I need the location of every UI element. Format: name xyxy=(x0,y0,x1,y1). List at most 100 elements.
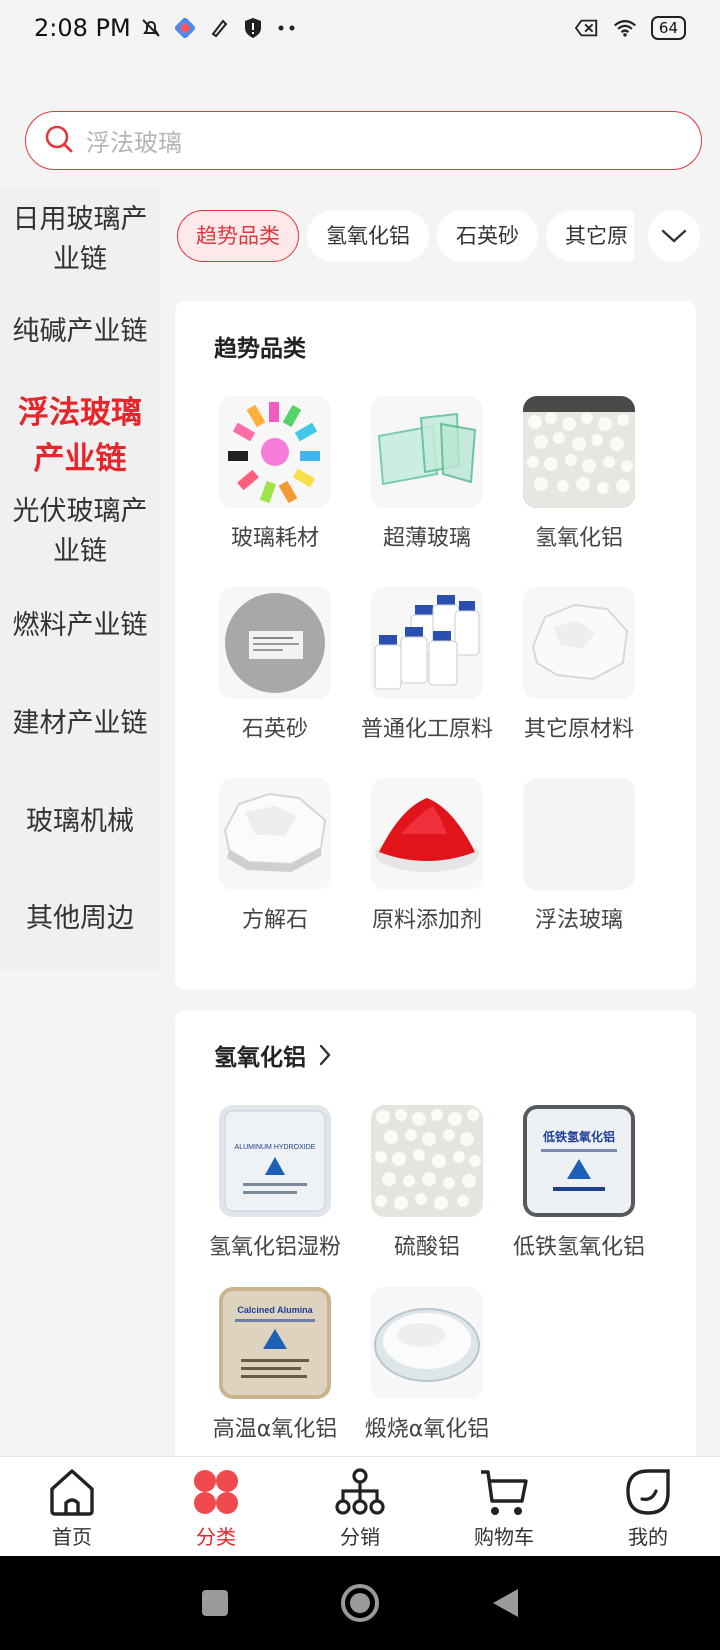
bottom-tab-bar: 首页 分类 分销 购物车 我的 xyxy=(0,1456,720,1556)
bag-text: ALUMINUM HYDROXIDE xyxy=(235,1144,316,1151)
cart-icon xyxy=(481,1470,528,1515)
aluminum-hydroxide-card: 氢氧化铝 ALUMINUM HYDROXIDE 氢氧化铝湿粉 硫酸铝 低铁氢氧化… xyxy=(175,1010,696,1456)
battery-indicator: 64 xyxy=(650,16,686,40)
tab-profile[interactable]: 我的 xyxy=(576,1457,720,1556)
profile-icon xyxy=(626,1469,670,1515)
product-image xyxy=(523,587,635,699)
grid-item-low-iron-aluminum[interactable]: 低铁氢氧化铝 低铁氢氧化铝 xyxy=(499,1105,659,1261)
tab-home[interactable]: 首页 xyxy=(0,1457,144,1556)
chevron-right-icon xyxy=(319,1044,331,1066)
chip-aluminum-hydroxide[interactable]: 氢氧化铝 xyxy=(307,210,429,262)
home-icon xyxy=(50,1469,94,1516)
product-image xyxy=(371,1105,483,1217)
grid-item-glass-consumables[interactable]: 玻璃耗材 xyxy=(195,396,355,552)
sidebar-item-glass-machinery[interactable]: 玻璃机械 xyxy=(0,802,160,842)
tab-label: 首页 xyxy=(52,1525,92,1549)
grid-item-high-temp-alumina[interactable]: Calcined Alumina 高温α氧化铝 xyxy=(195,1287,355,1443)
product-image xyxy=(219,778,331,890)
app-notification-icon xyxy=(173,16,197,40)
product-image xyxy=(523,778,635,890)
status-time: 2:08 PM xyxy=(34,14,131,42)
chip-trend[interactable]: 趋势品类 xyxy=(177,210,299,262)
sidebar-item-other[interactable]: 其他周边 xyxy=(0,899,160,939)
recents-button[interactable] xyxy=(200,1588,230,1618)
grid-item-label: 氢氧化铝湿粉 xyxy=(208,1235,341,1260)
product-image xyxy=(371,778,483,890)
grid-item-chemical-materials[interactable]: 普通化工原料 xyxy=(347,587,507,743)
grid-item-ultra-thin-glass[interactable]: 超薄玻璃 xyxy=(347,396,507,552)
sim-off-icon xyxy=(574,16,599,40)
sidebar-item-building-materials[interactable]: 建材产业链 xyxy=(0,704,160,744)
category-sidebar: 日用玻璃产业链 纯碱产业链 浮法玻璃产业链 光伏玻璃产业链 燃料产业链 建材产业… xyxy=(0,188,160,970)
grid-item-aluminum-sulfate[interactable]: 硫酸铝 xyxy=(347,1105,507,1261)
section-header-aluminum[interactable]: 氢氧化铝 xyxy=(214,1038,332,1072)
tab-cart[interactable]: 购物车 xyxy=(432,1457,576,1556)
category-icon xyxy=(194,1470,238,1514)
home-button[interactable] xyxy=(340,1583,380,1623)
shield-icon xyxy=(241,16,265,40)
chip-expand-button[interactable] xyxy=(648,210,700,262)
search-placeholder: 浮法玻璃 xyxy=(86,129,182,157)
pen-icon xyxy=(207,16,231,40)
tab-label: 我的 xyxy=(628,1525,668,1549)
sidebar-item-float-glass[interactable]: 浮法玻璃产业链 xyxy=(0,390,160,482)
search-bar[interactable]: 浮法玻璃 xyxy=(25,111,702,170)
grid-item-aluminum-wet-powder[interactable]: ALUMINUM HYDROXIDE 氢氧化铝湿粉 xyxy=(195,1105,355,1261)
tab-category[interactable]: 分类 xyxy=(144,1457,288,1556)
grid-item-label: 原料添加剂 xyxy=(371,908,482,933)
bag-text: Calcined Alumina xyxy=(237,1305,313,1315)
bag-text: 低铁氢氧化铝 xyxy=(542,1129,615,1144)
more-dots-icon xyxy=(275,16,299,40)
chip-other-raw[interactable]: 其它原 xyxy=(546,210,634,262)
grid-item-raw-additives[interactable]: 原料添加剂 xyxy=(347,778,507,934)
status-bar: 2:08 PM 64 xyxy=(0,0,720,56)
grid-item-calcined-alumina[interactable]: 煅烧α氧化铝 xyxy=(347,1287,507,1443)
tab-distribution[interactable]: 分销 xyxy=(288,1457,432,1556)
grid-item-label: 高温α氧化铝 xyxy=(212,1417,338,1442)
main-content: 趋势品类 氢氧化铝 石英砂 其它原 趋势品类 玻璃耗材 超薄玻璃 氢氧化铝 石英… xyxy=(160,188,720,1456)
product-image: 低铁氢氧化铝 xyxy=(523,1105,635,1217)
grid-item-label: 超薄玻璃 xyxy=(382,526,471,551)
tab-label: 购物车 xyxy=(474,1525,534,1549)
grid-item-label: 低铁氢氧化铝 xyxy=(512,1235,645,1260)
distribution-icon xyxy=(335,1468,385,1515)
chip-row: 趋势品类 氢氧化铝 石英砂 其它原 xyxy=(177,210,634,262)
product-image xyxy=(371,396,483,508)
section-title-trend: 趋势品类 xyxy=(214,336,306,362)
grid-item-label: 方解石 xyxy=(241,908,308,933)
grid-item-label: 浮法玻璃 xyxy=(534,908,623,933)
chip-quartz-sand[interactable]: 石英砂 xyxy=(437,210,538,262)
section-title-aluminum: 氢氧化铝 xyxy=(214,1045,306,1071)
product-image xyxy=(371,587,483,699)
grid-item-calcite[interactable]: 方解石 xyxy=(195,778,355,934)
tab-label: 分销 xyxy=(340,1525,380,1549)
grid-item-other-raw-materials[interactable]: 其它原材料 xyxy=(499,587,659,743)
grid-item-label: 普通化工原料 xyxy=(360,717,493,742)
product-image: Calcined Alumina xyxy=(219,1287,331,1399)
mute-bell-icon xyxy=(139,16,163,40)
sidebar-item-soda-ash[interactable]: 纯碱产业链 xyxy=(0,312,160,352)
grid-item-quartz-sand[interactable]: 石英砂 xyxy=(195,587,355,743)
grid-item-label: 石英砂 xyxy=(241,717,308,742)
wifi-icon xyxy=(613,16,637,40)
grid-item-label: 其它原材料 xyxy=(523,717,634,742)
sidebar-item-pv-glass[interactable]: 光伏玻璃产业链 xyxy=(0,492,160,572)
system-nav-bar xyxy=(0,1556,720,1650)
grid-item-label: 硫酸铝 xyxy=(393,1235,460,1260)
chevron-down-icon xyxy=(661,229,687,243)
grid-item-label: 玻璃耗材 xyxy=(230,526,319,551)
grid-item-aluminum-hydroxide[interactable]: 氢氧化铝 xyxy=(499,396,659,552)
product-image xyxy=(523,396,635,508)
grid-item-label: 煅烧α氧化铝 xyxy=(364,1417,490,1442)
tab-label: 分类 xyxy=(196,1525,236,1549)
product-image xyxy=(219,587,331,699)
sidebar-item-fuel[interactable]: 燃料产业链 xyxy=(0,606,160,646)
sidebar-item-daily-glass[interactable]: 日用玻璃产业链 xyxy=(0,200,160,280)
grid-item-label: 氢氧化铝 xyxy=(534,526,623,551)
grid-item-float-glass[interactable]: 浮法玻璃 xyxy=(499,778,659,934)
trend-category-card: 趋势品类 玻璃耗材 超薄玻璃 氢氧化铝 石英砂 普通化工原料 其它原材料 方解石… xyxy=(175,301,696,989)
product-image xyxy=(371,1287,483,1399)
back-button[interactable] xyxy=(490,1587,520,1619)
search-icon xyxy=(44,124,74,158)
product-image: ALUMINUM HYDROXIDE xyxy=(219,1105,331,1217)
